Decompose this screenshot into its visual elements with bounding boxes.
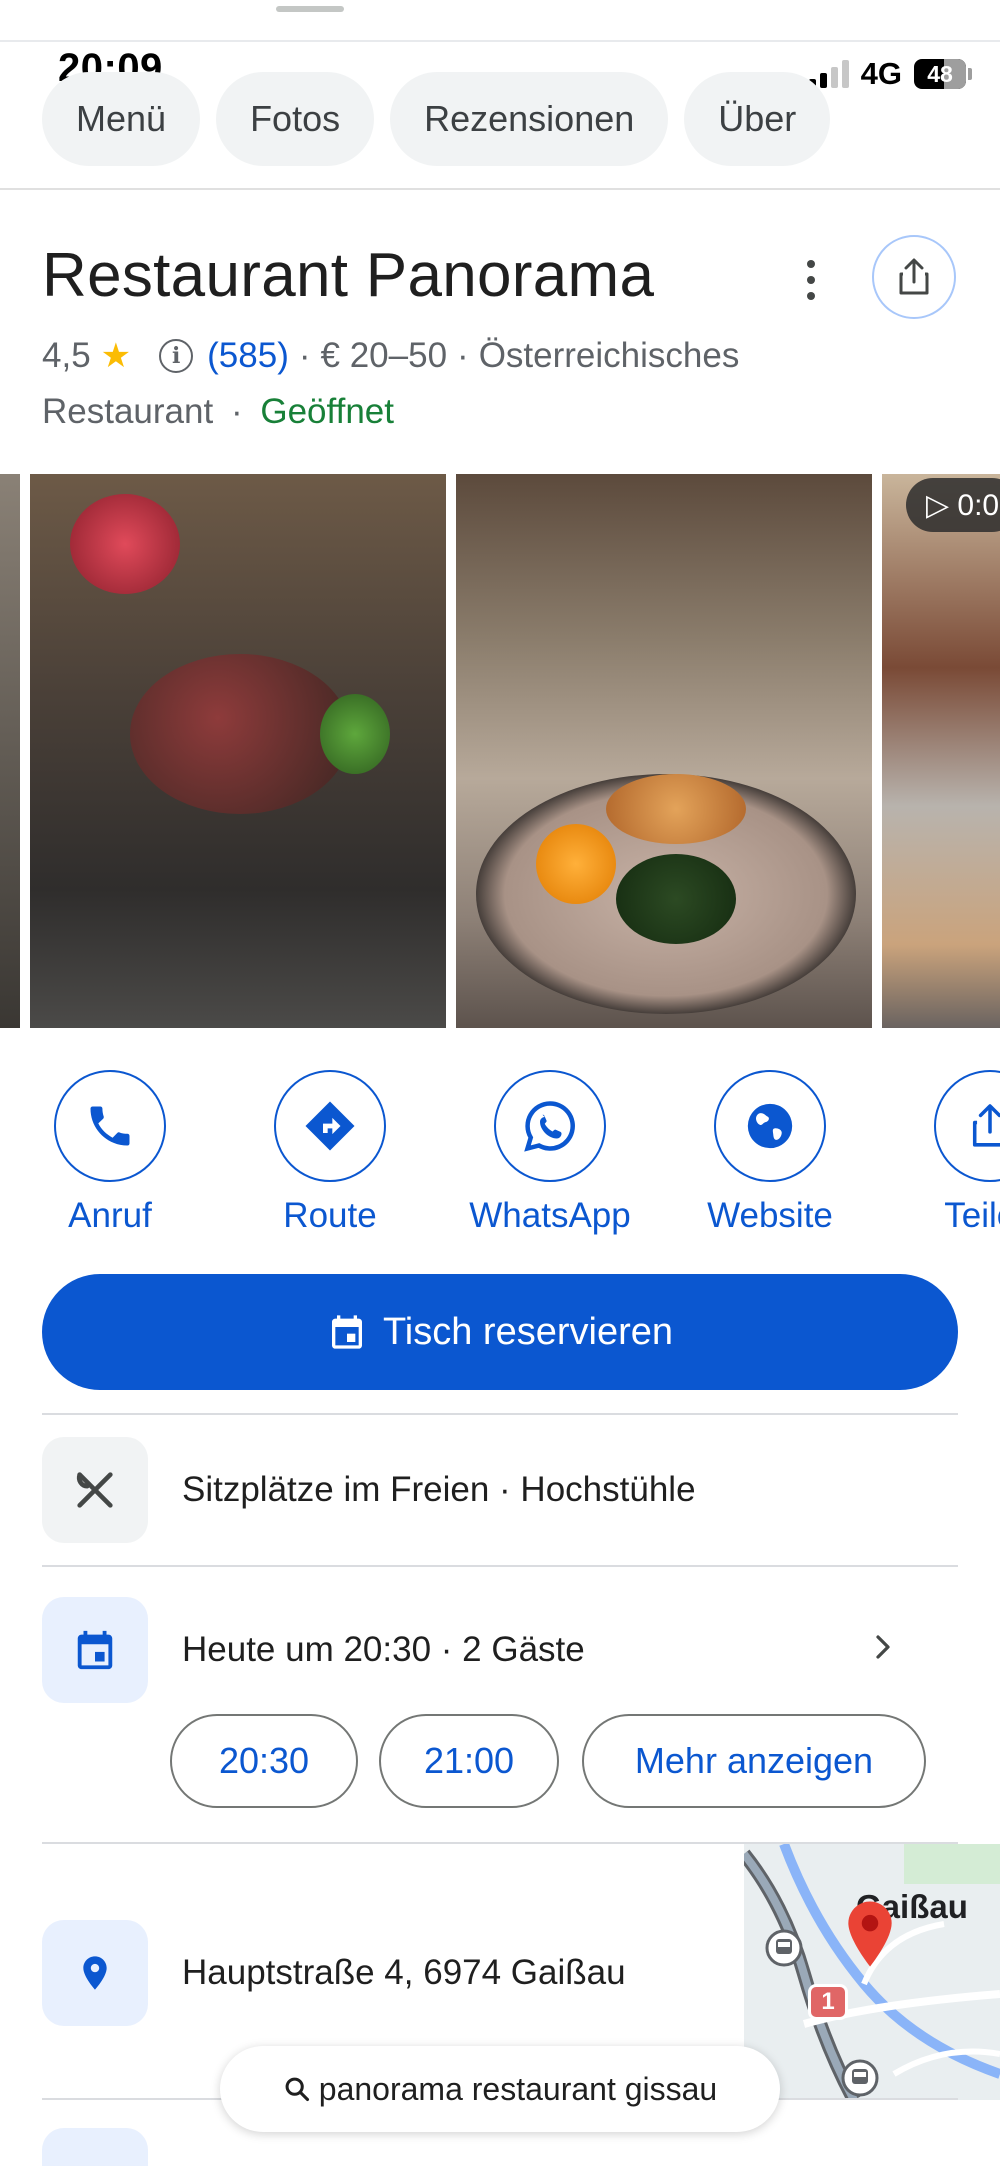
category-part2: Restaurant bbox=[42, 392, 214, 431]
map-marker-icon bbox=[848, 1901, 892, 1967]
herb-shape bbox=[320, 694, 390, 774]
utensils-icon bbox=[76, 1472, 113, 1508]
route-label: Route bbox=[283, 1196, 377, 1235]
amenities-text: Sitzplätze im Freien · Hochstühle bbox=[182, 1470, 696, 1509]
search-query-chip[interactable]: panorama restaurant gissau bbox=[220, 2046, 780, 2132]
place-title: Restaurant Panorama bbox=[42, 241, 655, 310]
website-label: Website bbox=[707, 1196, 833, 1235]
rating-value: 4,5 bbox=[42, 336, 91, 375]
transit-icon bbox=[841, 2059, 879, 2097]
separator: · bbox=[230, 392, 243, 431]
separator: · bbox=[298, 336, 311, 375]
flower-shape bbox=[70, 494, 180, 594]
share-icon bbox=[972, 1104, 1000, 1147]
share-action-button[interactable]: Teilen bbox=[890, 1070, 1000, 1236]
tab-menu[interactable]: Menü bbox=[42, 72, 201, 166]
section-divider bbox=[42, 1413, 958, 1415]
calendar-icon bbox=[77, 1630, 113, 1670]
spinach-shape bbox=[616, 854, 736, 944]
more-times-button[interactable]: Mehr anzeigen bbox=[582, 1714, 926, 1808]
photo-shrimp-dish[interactable] bbox=[456, 474, 872, 1028]
place-tabs: Menü Fotos Rezensionen Über bbox=[42, 72, 831, 166]
reserve-table-button[interactable]: Tisch reservieren bbox=[42, 1274, 958, 1390]
chevron-right-icon[interactable] bbox=[868, 1632, 898, 1662]
globe-icon bbox=[747, 1103, 793, 1149]
address-icon-box bbox=[42, 1920, 148, 2026]
location-pin-icon bbox=[840, 1846, 892, 1906]
category-part1: Österreichisches bbox=[478, 336, 740, 375]
tabs-divider bbox=[0, 188, 1000, 190]
reservation-icon-box bbox=[42, 1597, 148, 1703]
route-button[interactable]: Route bbox=[230, 1070, 430, 1236]
whatsapp-icon bbox=[524, 1101, 575, 1152]
photo-partial-left[interactable] bbox=[0, 474, 20, 1028]
more-options-icon[interactable] bbox=[800, 260, 822, 300]
search-icon bbox=[285, 2077, 309, 2102]
location-pin-icon bbox=[83, 1956, 107, 1990]
reviews-count-link[interactable]: (585) bbox=[207, 336, 289, 376]
tab-about[interactable]: Über bbox=[684, 72, 831, 166]
calendar-icon bbox=[331, 1315, 362, 1349]
network-type: 4G bbox=[860, 56, 902, 91]
reservation-summary[interactable]: Heute um 20:30 · 2 Gäste bbox=[182, 1630, 585, 1670]
search-query-text: panorama restaurant gissau bbox=[318, 2070, 718, 2107]
call-button[interactable]: Anruf bbox=[10, 1070, 210, 1236]
fried-food-shape bbox=[606, 774, 746, 844]
photo-steak[interactable] bbox=[30, 474, 446, 1028]
tab-reviews[interactable]: Rezensionen bbox=[390, 72, 669, 166]
website-button[interactable]: Website bbox=[670, 1070, 870, 1236]
open-status: Geöffnet bbox=[260, 392, 394, 431]
category-line: Restaurant · Geöffnet bbox=[42, 392, 394, 432]
share-action-label: Teilen bbox=[944, 1196, 1000, 1235]
sheet-grabber[interactable] bbox=[276, 6, 344, 12]
share-icon bbox=[899, 258, 929, 295]
time-slot-chip[interactable]: 20:30 bbox=[170, 1714, 358, 1808]
share-button[interactable] bbox=[872, 235, 956, 319]
orange-slice-shape bbox=[536, 824, 616, 904]
separator: · bbox=[457, 336, 469, 375]
whatsapp-button[interactable]: WhatsApp bbox=[450, 1070, 650, 1236]
battery-level: 48 bbox=[927, 60, 953, 87]
tab-photos[interactable]: Fotos bbox=[216, 72, 375, 166]
photo-carousel[interactable] bbox=[0, 474, 1000, 1028]
star-icon: ★ bbox=[100, 337, 132, 375]
price-range: € 20–50 bbox=[320, 336, 448, 375]
photo-partial-right[interactable] bbox=[882, 474, 1000, 1028]
info-icon[interactable]: i bbox=[159, 339, 194, 373]
reserve-table-label: Tisch reservieren bbox=[382, 1310, 673, 1353]
steak-shape bbox=[130, 654, 350, 814]
video-duration-badge: ▷ 0:0 bbox=[906, 478, 1000, 532]
status-indicators: 4G 48 bbox=[808, 56, 972, 92]
rating-line: 4,5 ★ i (585) · € 20–50 · Österreichisch… bbox=[42, 336, 739, 376]
address-text[interactable]: Hauptstraße 4, 6974 Gaißau bbox=[182, 1953, 626, 1993]
directions-icon bbox=[305, 1101, 355, 1151]
road-number-badge: 1 bbox=[808, 1984, 848, 2020]
section-divider bbox=[42, 1565, 958, 1567]
map-thumbnail[interactable]: Gaißau 1 bbox=[744, 1844, 1000, 2100]
action-buttons-row: Anruf Route WhatsApp Website Teilen bbox=[0, 1070, 1000, 1240]
phone-icon bbox=[90, 1106, 130, 1146]
next-row-icon-box bbox=[42, 2128, 148, 2166]
battery-icon: 48 bbox=[914, 59, 972, 89]
transit-icon bbox=[765, 1929, 803, 1967]
sheet-top-border bbox=[0, 40, 1000, 42]
amenities-icon-box bbox=[42, 1437, 148, 1543]
time-slot-chip[interactable]: 21:00 bbox=[379, 1714, 559, 1808]
whatsapp-label: WhatsApp bbox=[469, 1196, 631, 1235]
call-label: Anruf bbox=[68, 1196, 152, 1235]
